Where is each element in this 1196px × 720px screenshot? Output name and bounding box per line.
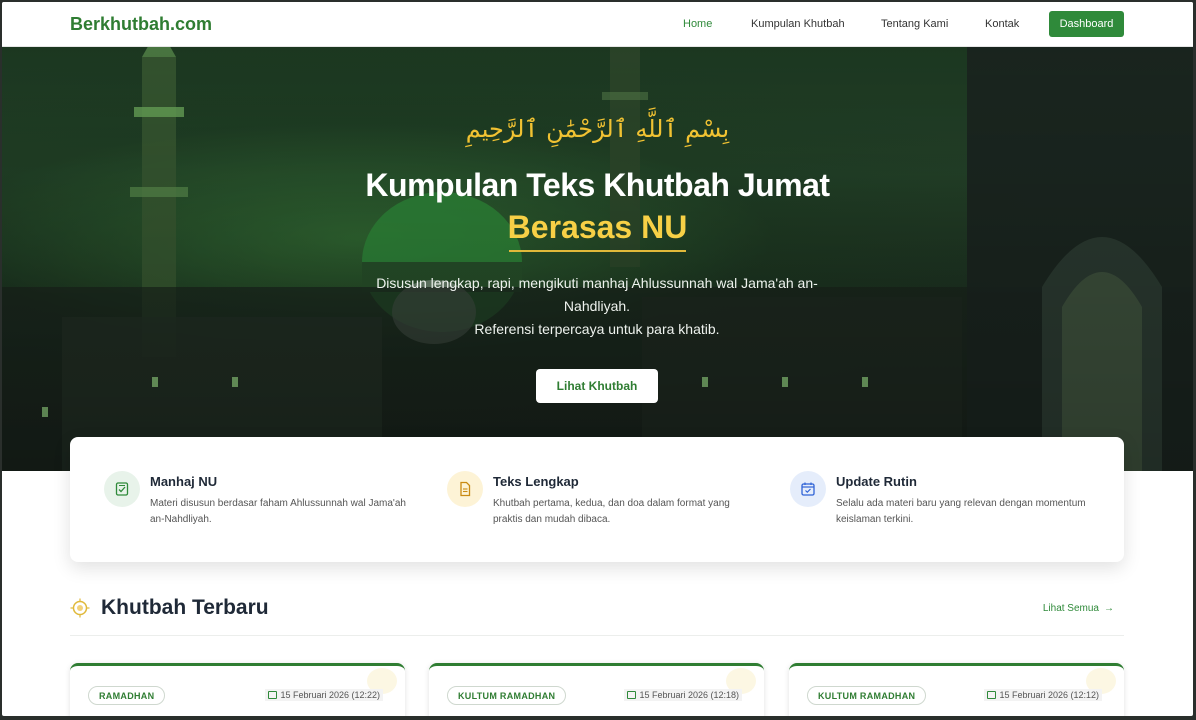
nav-tentang-kami[interactable]: Tentang Kami	[881, 18, 948, 30]
navbar: Berkhutbah.com Home Kumpulan Khutbah Ten…	[2, 2, 1193, 47]
features-card: Manhaj NU Materi disusun berdasar faham …	[70, 437, 1124, 562]
feature-title: Teks Lengkap	[493, 474, 579, 489]
khutbah-card[interactable]: KULTUM RAMADHAN 15 Februari 2026 (12:18)	[429, 663, 764, 716]
hero-description-line-2: Referensi terpercaya untuk para khatib.	[474, 321, 720, 337]
section-title: Khutbah Terbaru	[101, 596, 269, 619]
nav-home[interactable]: Home	[683, 18, 712, 30]
dashboard-button[interactable]: Dashboard	[1049, 11, 1124, 37]
see-all-label: Lihat Semua	[1042, 603, 1099, 614]
latest-khutbah-header: Khutbah Terbaru Lihat Semua →	[70, 596, 1124, 636]
category-badge[interactable]: KULTUM RAMADHAN	[447, 686, 567, 705]
nav-kontak[interactable]: Kontak	[985, 18, 1019, 30]
accent-underline	[509, 250, 686, 252]
nav-kumpulan-khutbah[interactable]: Kumpulan Khutbah	[751, 18, 845, 30]
browser-viewport: Berkhutbah.com Home Kumpulan Khutbah Ten…	[2, 2, 1193, 716]
category-badge[interactable]: KULTUM RAMADHAN	[807, 686, 927, 705]
lihat-khutbah-button[interactable]: Lihat Khutbah	[536, 369, 658, 403]
card-date: 15 Februari 2026 (12:18)	[624, 689, 742, 701]
checklist-icon	[104, 471, 140, 507]
ornament-icon	[70, 598, 90, 618]
card-date: 15 Februari 2026 (12:22)	[265, 689, 383, 701]
document-icon	[447, 471, 483, 507]
calendar-icon	[268, 691, 278, 699]
see-all-link[interactable]: Lihat Semua →	[1043, 603, 1114, 614]
khutbah-card[interactable]: KULTUM RAMADHAN 15 Februari 2026 (12:12)	[789, 663, 1124, 716]
calendar-icon	[627, 691, 637, 699]
card-date-text: 15 Februari 2026 (12:22)	[280, 690, 380, 700]
bismillah-calligraphy: بِسْمِ ٱللَّهِ ٱلرَّحْمَٰنِ ٱلرَّحِيمِ	[465, 115, 730, 143]
calendar-icon	[987, 691, 997, 699]
category-badge[interactable]: RAMADHAN	[88, 686, 166, 705]
feature-desc: Materi disusun berdasar faham Ahlussunna…	[150, 498, 406, 525]
feature-title: Update Rutin	[836, 474, 917, 489]
khutbah-card[interactable]: RAMADHAN 15 Februari 2026 (12:22)	[70, 663, 405, 716]
card-date: 15 Februari 2026 (12:12)	[984, 689, 1102, 701]
card-date-text: 15 Februari 2026 (12:18)	[639, 690, 739, 700]
brand-logo[interactable]: Berkhutbah.com	[70, 14, 212, 35]
hero-title: Kumpulan Teks Khutbah Jumat	[365, 167, 830, 203]
calendar-check-icon	[790, 471, 826, 507]
card-date-text: 15 Februari 2026 (12:12)	[999, 690, 1099, 700]
hero-description: Disusun lengkap, rapi, mengikuti manhaj …	[372, 272, 822, 341]
hero-section: بِسْمِ ٱللَّهِ ٱلرَّحْمَٰنِ ٱلرَّحِيمِ K…	[2, 47, 1193, 471]
arrow-right-icon: →	[1104, 603, 1114, 614]
feature-title: Manhaj NU	[150, 474, 218, 489]
feature-desc: Khutbah pertama, kedua, dan doa dalam fo…	[493, 498, 730, 525]
hero-description-line-1: Disusun lengkap, rapi, mengikuti manhaj …	[376, 275, 818, 314]
hero-accent-title: Berasas NU	[507, 209, 688, 245]
feature-desc: Selalu ada materi baru yang relevan deng…	[836, 498, 1086, 525]
